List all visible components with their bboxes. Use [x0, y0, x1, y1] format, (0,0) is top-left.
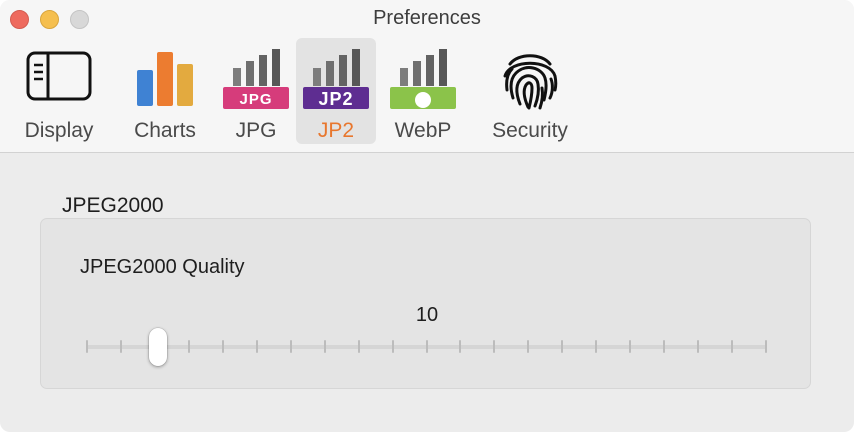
toolbar-item-charts[interactable]: Charts [122, 38, 208, 144]
toolbar-item-label: JP2 [317, 119, 355, 142]
slider-knob[interactable] [148, 328, 167, 366]
slider-tick [391, 340, 394, 353]
slider-tick [561, 340, 564, 353]
quality-label: JPEG2000 Quality [80, 256, 245, 278]
webp-format-icon [390, 48, 456, 115]
sidebar-window-icon [26, 48, 92, 109]
bar-chart-icon [135, 48, 195, 113]
toolbar-item-webp[interactable]: WebP [381, 38, 465, 144]
toolbar-item-jpg[interactable]: JPG JPG [216, 38, 296, 144]
slider-tick [119, 340, 122, 353]
preferences-window: Preferences Display Charts JPG JPG JP2 J… [0, 0, 854, 432]
jpg-badge-text: JPG [239, 91, 272, 108]
slider-tick [221, 340, 224, 353]
quality-settings-box: JPEG2000 Quality 10 [40, 218, 811, 389]
toolbar-item-label: Security [492, 119, 568, 142]
toolbar-item-label: JPG [235, 119, 277, 142]
quality-value: 10 [415, 304, 439, 326]
quality-slider[interactable] [86, 328, 767, 366]
toolbar-item-label: Charts [134, 119, 196, 142]
section-title: JPEG2000 [62, 194, 164, 217]
window-title: Preferences [373, 7, 481, 29]
slider-tick [663, 340, 666, 353]
jpg-format-icon: JPG [223, 48, 289, 115]
slider-tick [357, 340, 360, 353]
slider-tick [323, 340, 326, 353]
slider-tick [255, 340, 258, 353]
toolbar-item-security[interactable]: Security [480, 38, 580, 144]
jp2-format-icon: JP2 [303, 48, 369, 115]
slider-tick [595, 340, 598, 353]
toolbar-item-label: Display [24, 119, 94, 142]
slider-tick [425, 340, 428, 353]
toolbar: Preferences Display Charts JPG JPG JP2 J… [0, 0, 854, 153]
slider-tick [697, 340, 700, 353]
slider-tick [765, 340, 767, 353]
toolbar-item-label: WebP [394, 119, 452, 142]
fingerprint-icon [498, 48, 562, 117]
slider-tick [731, 340, 734, 353]
slider-tick [187, 340, 190, 353]
jp2-badge-text: JP2 [318, 89, 353, 109]
slider-tick [289, 340, 292, 353]
slider-tick [629, 340, 632, 353]
toolbar-item-jp2[interactable]: JP2 JP2 [296, 38, 376, 144]
toolbar-item-display[interactable]: Display [14, 38, 104, 144]
slider-tick [86, 340, 88, 353]
